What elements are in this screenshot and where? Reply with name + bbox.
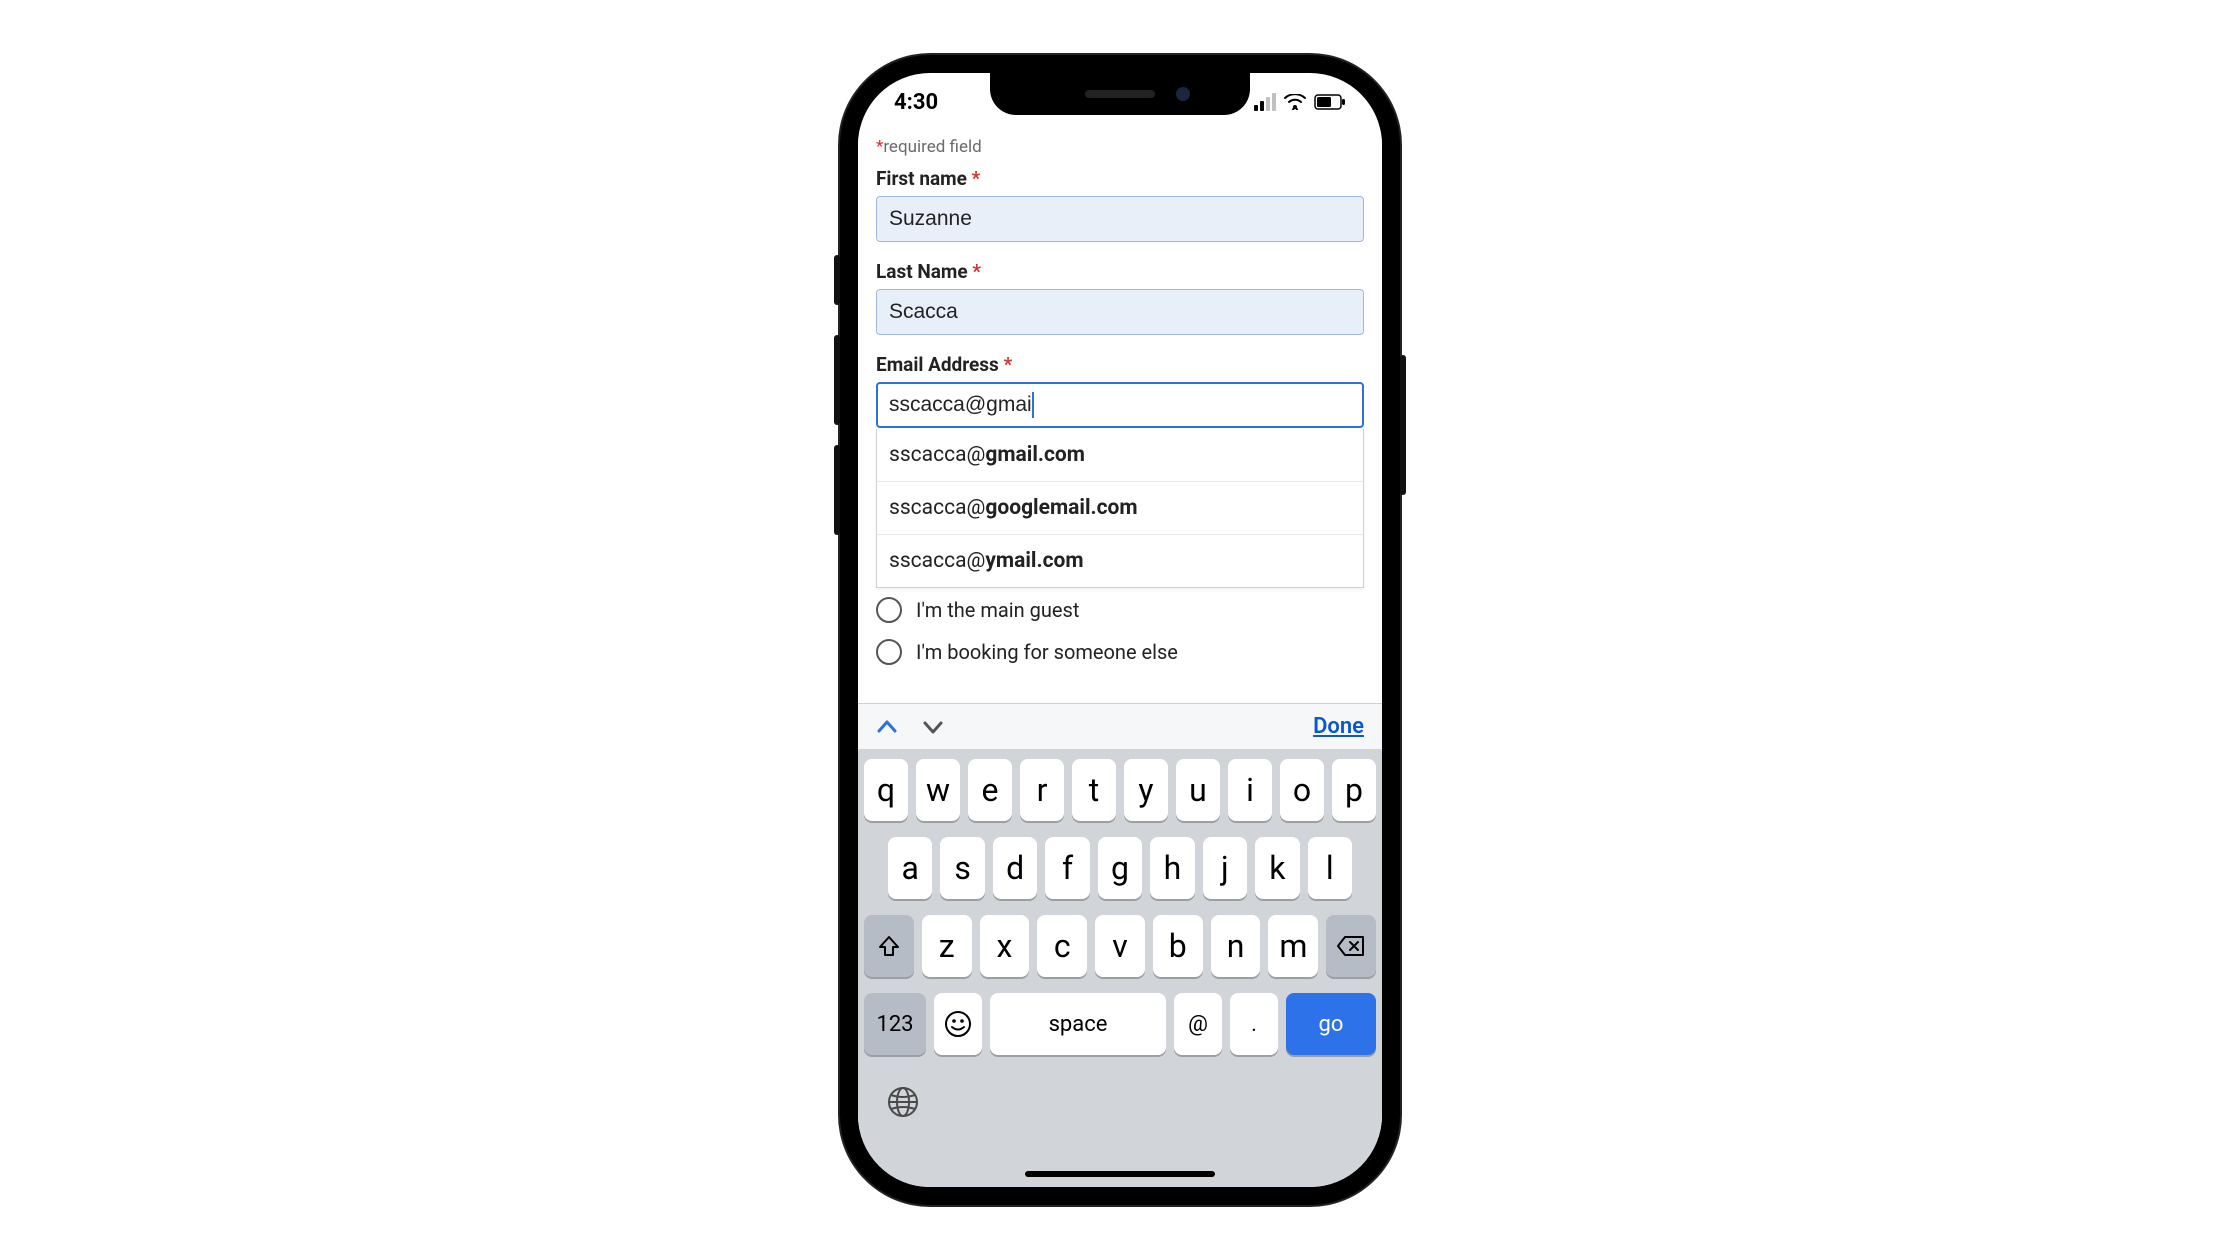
- required-hint: *required field: [876, 131, 1364, 167]
- status-right: [1254, 93, 1346, 111]
- key-o[interactable]: o: [1280, 759, 1324, 821]
- keyboard-row-2: a s d f g h j k l: [864, 837, 1376, 899]
- key-k[interactable]: k: [1255, 837, 1299, 899]
- email-input[interactable]: [876, 382, 1364, 428]
- key-at[interactable]: @: [1174, 993, 1222, 1055]
- autocomplete-item[interactable]: sscacca@gmail.com: [877, 429, 1363, 482]
- speaker: [1085, 90, 1155, 98]
- notch: [990, 73, 1250, 115]
- email-label: Email Address *: [876, 353, 1364, 376]
- key-p[interactable]: p: [1332, 759, 1376, 821]
- key-z[interactable]: z: [922, 915, 972, 977]
- volume-down-button: [834, 445, 840, 535]
- key-f[interactable]: f: [1045, 837, 1089, 899]
- email-autocomplete: sscacca@gmail.com sscacca@googlemail.com…: [876, 429, 1364, 588]
- key-numbers[interactable]: 123: [864, 993, 926, 1055]
- mute-switch: [834, 255, 840, 305]
- key-y[interactable]: y: [1124, 759, 1168, 821]
- next-field-button[interactable]: [922, 716, 944, 738]
- phone-frame: 4:30 *required field: [840, 55, 1400, 1205]
- keyboard-row-4: 123 space @ . go: [864, 993, 1376, 1055]
- keyboard-row-1: q w e r t y u i o p: [864, 759, 1376, 821]
- key-w[interactable]: w: [916, 759, 960, 821]
- front-camera: [1176, 87, 1190, 101]
- key-e[interactable]: e: [968, 759, 1012, 821]
- autocomplete-item[interactable]: sscacca@googlemail.com: [877, 482, 1363, 535]
- first-name-label: First name *: [876, 167, 1364, 190]
- key-go[interactable]: go: [1286, 993, 1376, 1055]
- autocomplete-item[interactable]: sscacca@ymail.com: [877, 535, 1363, 587]
- home-indicator[interactable]: [1025, 1171, 1215, 1177]
- radio-main-guest[interactable]: I'm the main guest: [876, 589, 1364, 631]
- key-r[interactable]: r: [1020, 759, 1064, 821]
- key-g[interactable]: g: [1098, 837, 1142, 899]
- radio-icon: [876, 639, 902, 665]
- key-q[interactable]: q: [864, 759, 908, 821]
- battery-icon: [1314, 94, 1346, 110]
- key-u[interactable]: u: [1176, 759, 1220, 821]
- key-j[interactable]: j: [1203, 837, 1247, 899]
- key-v[interactable]: v: [1095, 915, 1145, 977]
- key-i[interactable]: i: [1228, 759, 1272, 821]
- key-space[interactable]: space: [990, 993, 1166, 1055]
- key-x[interactable]: x: [980, 915, 1030, 977]
- first-name-group: First name *: [876, 167, 1364, 242]
- key-b[interactable]: b: [1153, 915, 1203, 977]
- keyboard-bottom-row: [864, 1071, 1376, 1133]
- key-backspace[interactable]: [1326, 915, 1376, 977]
- keyboard-done-button[interactable]: Done: [1313, 714, 1364, 739]
- globe-icon[interactable]: [886, 1085, 1354, 1119]
- key-emoji[interactable]: [934, 993, 982, 1055]
- radio-label: I'm the main guest: [916, 598, 1079, 622]
- key-m[interactable]: m: [1268, 915, 1318, 977]
- key-c[interactable]: c: [1037, 915, 1087, 977]
- keyboard: q w e r t y u i o p a s d f g h j k l: [858, 749, 1382, 1187]
- power-button: [1400, 355, 1406, 495]
- cellular-icon: [1254, 93, 1276, 111]
- prev-field-button[interactable]: [876, 716, 898, 738]
- keyboard-nav: [876, 716, 944, 738]
- key-shift[interactable]: [864, 915, 914, 977]
- radio-someone-else[interactable]: I'm booking for someone else: [876, 631, 1364, 673]
- email-group: Email Address * sscacca@gmail.com sscacc…: [876, 353, 1364, 428]
- radio-label: I'm booking for someone else: [916, 640, 1178, 664]
- volume-up-button: [834, 335, 840, 425]
- keyboard-accessory-bar: Done: [858, 703, 1382, 749]
- status-time: 4:30: [894, 90, 938, 115]
- last-name-input[interactable]: [876, 289, 1364, 335]
- last-name-label: Last Name *: [876, 260, 1364, 283]
- email-input-wrap: [876, 382, 1364, 428]
- screen: 4:30 *required field: [858, 73, 1382, 1187]
- key-h[interactable]: h: [1150, 837, 1194, 899]
- key-a[interactable]: a: [888, 837, 932, 899]
- last-name-group: Last Name *: [876, 260, 1364, 335]
- first-name-input[interactable]: [876, 196, 1364, 242]
- key-t[interactable]: t: [1072, 759, 1116, 821]
- text-cursor: [1032, 392, 1034, 418]
- keyboard-row-3: z x c v b n m: [864, 915, 1376, 977]
- key-d[interactable]: d: [993, 837, 1037, 899]
- key-l[interactable]: l: [1308, 837, 1352, 899]
- radio-icon: [876, 597, 902, 623]
- key-n[interactable]: n: [1211, 915, 1261, 977]
- wifi-icon: [1284, 94, 1306, 110]
- key-s[interactable]: s: [940, 837, 984, 899]
- key-dot[interactable]: .: [1230, 993, 1278, 1055]
